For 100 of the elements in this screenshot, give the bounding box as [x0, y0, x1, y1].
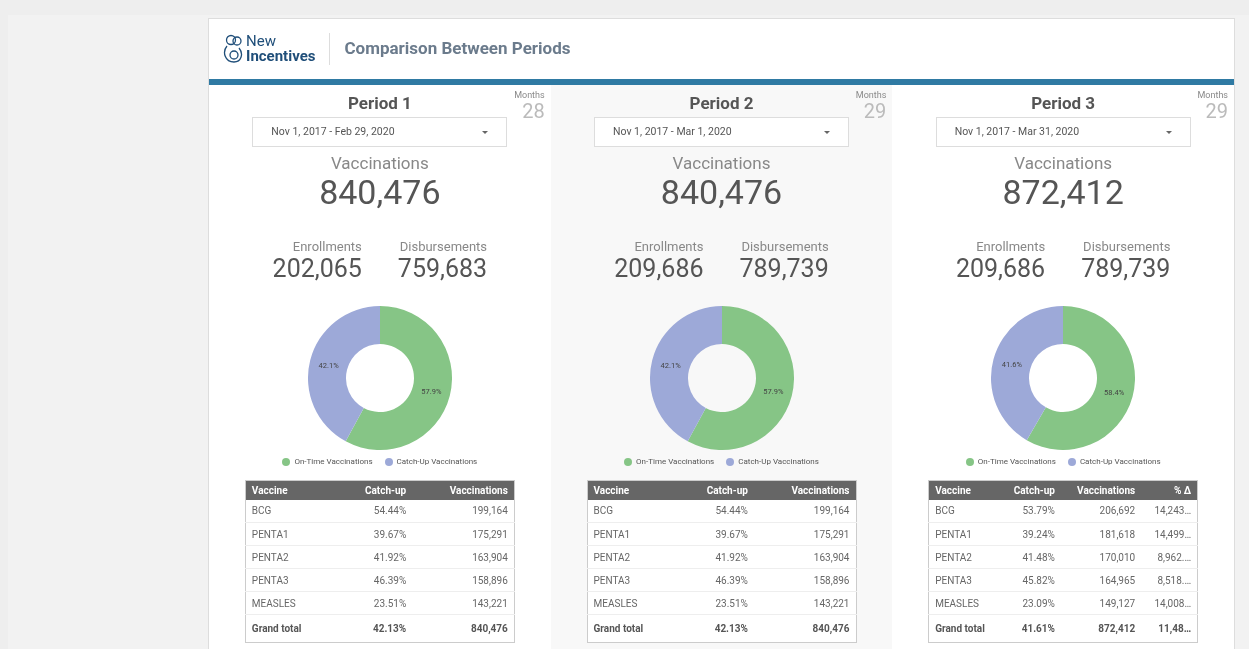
period-title: Period 1: [347, 93, 412, 113]
months-value: 28: [522, 101, 545, 121]
column-header: Vaccinations: [1060, 480, 1142, 500]
legend-label: On-Time Vaccinations: [977, 456, 1056, 468]
table-cell: 163,904: [753, 545, 856, 569]
vaccinations-label: Vaccinations: [330, 153, 429, 173]
vaccinations-label: Vaccinations: [1014, 153, 1113, 173]
table-cell: PENTA3: [245, 568, 336, 592]
table-cell: 23.09%: [999, 591, 1061, 615]
table-cell: PENTA1: [928, 522, 1000, 546]
table-cell: PENTA3: [928, 568, 1000, 592]
table-cell: 163,904: [412, 545, 515, 569]
table-cell: 41.92%: [335, 545, 413, 569]
total-cell: 42.13%: [335, 614, 413, 643]
disbursements-label: Disbursements: [741, 239, 829, 254]
column-header: Catch-up: [335, 480, 413, 500]
total-cell: 840,476: [412, 614, 515, 643]
table-cell: PENTA2: [245, 545, 336, 569]
disbursements-label: Disbursements: [1083, 239, 1171, 254]
date-range-dropdown[interactable]: Nov 1, 2017 - Mar 1, 2020: [594, 117, 849, 147]
disbursements-value: 789,739: [1081, 254, 1171, 284]
table-cell: 143,221: [753, 591, 856, 615]
table-cell: 23.51%: [335, 591, 413, 615]
vaccinations-label: Vaccinations: [672, 153, 771, 173]
table-cell: BCG: [587, 499, 677, 523]
enrollments-value: 202,065: [272, 254, 362, 284]
table-cell: PENTA1: [245, 522, 336, 546]
months-value: 29: [1205, 101, 1228, 121]
table-cell: 175,291: [412, 522, 515, 546]
total-cell: 41.61%: [999, 614, 1061, 643]
total-cell: 11,48…: [1141, 614, 1198, 643]
column-header: Catch-up: [999, 480, 1061, 500]
table-cell: 41.48%: [999, 545, 1061, 569]
enrollments-value: 209,686: [614, 254, 704, 284]
table-cell: 8,518.…: [1141, 568, 1198, 592]
legend-label: Catch-Up Vaccinations: [738, 456, 819, 468]
total-cell: Grand total: [928, 614, 1000, 643]
total-cell: 872,412: [1060, 614, 1142, 643]
table-cell: 39.67%: [676, 522, 754, 546]
legend-label: Catch-Up Vaccinations: [1079, 456, 1161, 468]
table-cell: 39.24%: [999, 522, 1061, 546]
table-cell: BCG: [245, 499, 336, 523]
column-header: Catch-up: [676, 480, 754, 500]
legend-label: On-Time Vaccinations: [294, 456, 373, 468]
date-range-dropdown[interactable]: Nov 1, 2017 - Mar 31, 2020: [935, 117, 1191, 147]
table-cell: 206,692: [1060, 499, 1142, 523]
table-cell: MEASLES: [587, 591, 677, 615]
table-cell: PENTA1: [587, 522, 677, 546]
table-cell: 54.44%: [335, 499, 413, 523]
table-cell: 46.39%: [335, 568, 413, 592]
table-cell: 46.39%: [676, 568, 754, 592]
enrollments-label: Enrollments: [976, 239, 1046, 254]
report-title: Comparison Between Periods: [344, 37, 571, 61]
vaccinations-value: 872,412: [1002, 173, 1124, 211]
column-header: % Δ: [1141, 480, 1198, 500]
table-cell: 181,618: [1060, 522, 1142, 546]
table-cell: 45.82%: [999, 568, 1061, 592]
table-cell: MEASLES: [928, 591, 1000, 615]
table-cell: 23.51%: [676, 591, 754, 615]
months-value: 29: [863, 101, 887, 121]
months-label: Months: [514, 91, 545, 100]
months-label: Months: [1197, 91, 1228, 100]
column-header: Vaccinations: [412, 480, 515, 500]
caret-icon: [1165, 130, 1172, 134]
table-cell: 199,164: [412, 499, 515, 523]
table-cell: PENTA2: [928, 545, 1000, 569]
table-cell: 158,896: [412, 568, 515, 592]
date-range-dropdown[interactable]: Nov 1, 2017 - Feb 29, 2020: [252, 117, 508, 147]
caret-icon: [824, 130, 830, 134]
column-header: Vaccinations: [753, 480, 856, 500]
table-cell: 14,499…: [1141, 522, 1198, 546]
table-cell: 199,164: [753, 499, 856, 523]
enrollments-label: Enrollments: [634, 239, 704, 254]
table-cell: 39.67%: [335, 522, 413, 546]
table-cell: PENTA3: [587, 568, 677, 592]
table-cell: 41.92%: [676, 545, 754, 569]
caret-icon: [482, 130, 489, 134]
table-cell: PENTA2: [587, 545, 677, 569]
table-cell: BCG: [928, 499, 1000, 523]
logo-text: Incentives: [246, 49, 316, 64]
vaccinations-value: 840,476: [319, 173, 441, 211]
table-cell: 8,962.…: [1141, 545, 1198, 569]
table-cell: 14,008…: [1141, 591, 1198, 615]
logo-icon: [223, 34, 245, 64]
table-cell: 175,291: [753, 522, 856, 546]
logo-text: New: [246, 34, 277, 49]
column-header: Vaccine: [587, 480, 677, 500]
legend-label: On-Time Vaccinations: [636, 456, 715, 468]
table-cell: 143,221: [412, 591, 515, 615]
table-cell: 54.44%: [676, 499, 754, 523]
legend-label: Catch-Up Vaccinations: [396, 456, 478, 468]
enrollments-value: 209,686: [955, 254, 1046, 284]
period-title: Period 2: [689, 93, 754, 113]
months-label: Months: [855, 91, 887, 100]
table-cell: 164,965: [1060, 568, 1142, 592]
total-cell: 42.13%: [676, 614, 754, 643]
total-cell: 840,476: [753, 614, 856, 643]
disbursements-label: Disbursements: [399, 239, 488, 254]
column-header: Vaccine: [245, 480, 336, 500]
disbursements-value: 789,739: [739, 254, 829, 284]
